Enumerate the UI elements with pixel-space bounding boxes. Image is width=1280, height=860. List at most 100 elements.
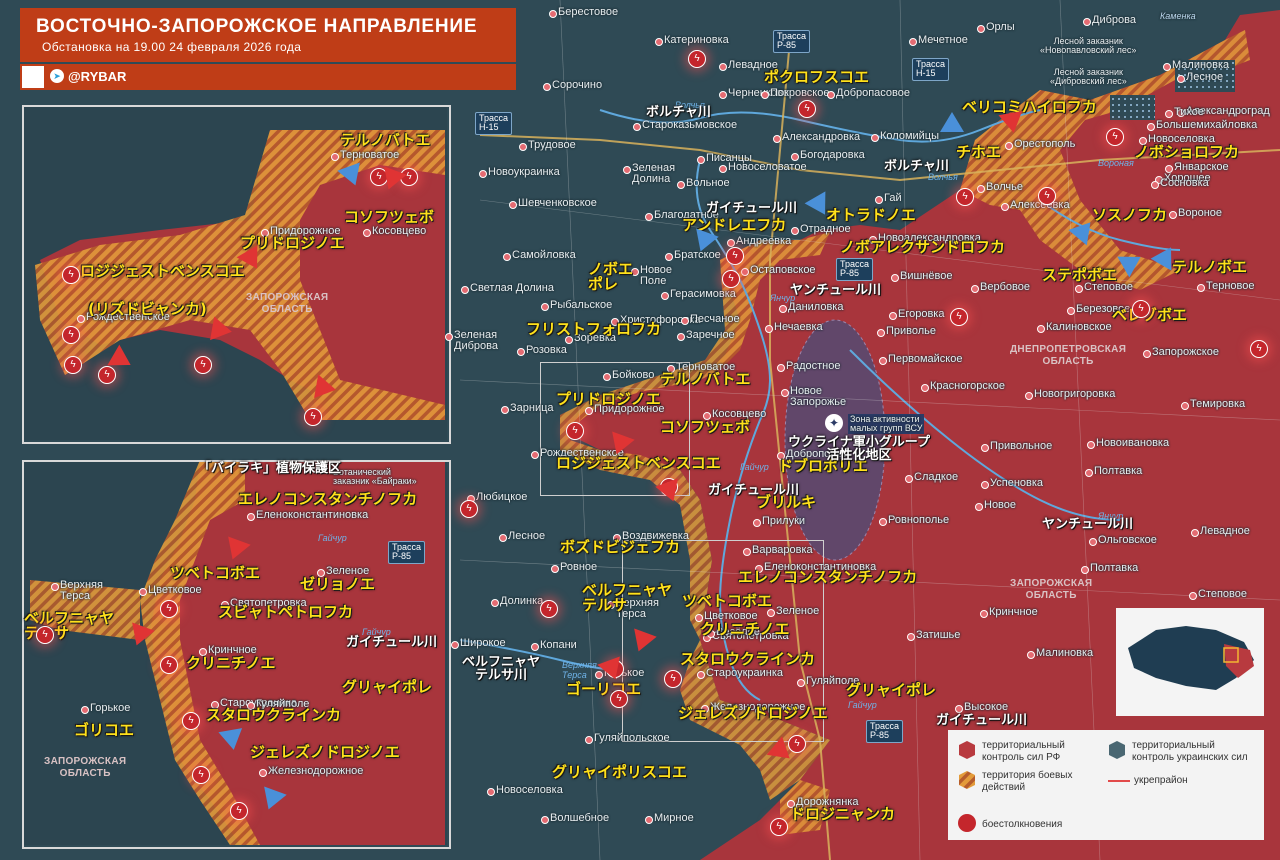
attack-arrow-icon bbox=[314, 374, 338, 402]
clash-icon: ϟ bbox=[192, 766, 210, 784]
town-dot-icon bbox=[517, 348, 525, 356]
town-label: Косовцево bbox=[372, 225, 427, 237]
town-label: Запорожское bbox=[1152, 346, 1219, 358]
town-dot-icon bbox=[877, 329, 885, 337]
jp-river-label: ヤンチュール川 bbox=[790, 283, 882, 298]
jp-place-label: ノボアレクサンドロフカ bbox=[840, 238, 1006, 256]
town-dot-icon bbox=[501, 406, 509, 414]
town-dot-icon bbox=[727, 239, 735, 247]
town-label: Остаповское bbox=[750, 264, 816, 276]
region-label: ЗАПОРОЖСКАЯ ОБЛАСТЬ bbox=[44, 756, 127, 779]
town-label: Новоселоватое bbox=[728, 161, 807, 173]
town-label: Затишье bbox=[916, 629, 961, 641]
town-label: Андреевка bbox=[736, 235, 792, 247]
legend-clash: боестолкновения bbox=[982, 819, 1063, 830]
kamenka-label: Каменка bbox=[1160, 11, 1196, 21]
town-label: Приволье bbox=[886, 325, 937, 337]
town-label: Заречное bbox=[686, 329, 735, 341]
town-label: Калиновское bbox=[1046, 321, 1112, 333]
town-dot-icon bbox=[677, 333, 685, 341]
forest-reserve-2 bbox=[1110, 95, 1155, 120]
clash-icon: ϟ bbox=[230, 802, 248, 820]
town-dot-icon bbox=[1027, 651, 1035, 659]
town-dot-icon bbox=[719, 63, 727, 71]
river-label: Гайчур bbox=[848, 700, 877, 710]
town-label: Большемихайловка bbox=[1156, 119, 1258, 131]
town-label: Кринчное bbox=[989, 606, 1038, 618]
town-dot-icon bbox=[645, 816, 653, 824]
town-dot-icon bbox=[971, 285, 979, 293]
clash-icon: ϟ bbox=[722, 270, 740, 288]
town-dot-icon bbox=[491, 599, 499, 607]
region-label: ДНЕПРОПЕТРОВСКАЯ ОБЛАСТЬ bbox=[1010, 344, 1127, 367]
jp-place-label: ジェレズノドロジノエ bbox=[250, 743, 400, 761]
town-dot-icon bbox=[781, 389, 789, 397]
jp-place-label: フリストフォロフカ bbox=[526, 320, 662, 338]
soldier-icon: ✦ bbox=[825, 414, 843, 432]
town-label: Коломийцы bbox=[880, 130, 940, 142]
town-dot-icon bbox=[445, 333, 453, 341]
town-label: Тихое bbox=[1174, 106, 1204, 118]
town-dot-icon bbox=[741, 268, 749, 276]
jp-river-label: ガイチュール川 bbox=[936, 713, 1028, 728]
clash-icon: ϟ bbox=[160, 656, 178, 674]
jp-river-label: ボルチャ川 bbox=[884, 159, 949, 174]
highway-label: Трасса Р-85 bbox=[866, 720, 904, 743]
attack-arrow-icon bbox=[210, 316, 234, 344]
town-label: Новогригоровка bbox=[1034, 388, 1116, 400]
jp-place-label: スタロウクラインカ bbox=[680, 650, 816, 668]
jp-place-label: テルノバトエ bbox=[340, 131, 431, 149]
attack-arrow-icon bbox=[998, 111, 1026, 135]
town-label: Новоивановка bbox=[1096, 437, 1170, 449]
town-dot-icon bbox=[879, 518, 887, 526]
town-label: Лесное bbox=[1186, 71, 1224, 83]
jp-place-label: コソフツェボ bbox=[660, 418, 751, 436]
legend-combat: территория боевых действий bbox=[982, 770, 1073, 793]
town-dot-icon bbox=[921, 384, 929, 392]
town-label: Волчье bbox=[986, 181, 1023, 193]
town-label: Трудовое bbox=[528, 139, 576, 151]
jp-place-label: ジェレズノドロジノエ bbox=[678, 704, 828, 722]
region-label: ЗАПОРОЖСКАЯ ОБЛАСТЬ bbox=[246, 292, 329, 315]
jp-place-label: エレノコンスタンチノフカ bbox=[738, 568, 918, 586]
town-dot-icon bbox=[1165, 110, 1173, 118]
town-dot-icon bbox=[889, 312, 897, 320]
town-label: Широкое bbox=[460, 637, 506, 649]
map-title: ВОСТОЧНО-ЗАПОРОЖСКОЕ НАПРАВЛЕНИЕ bbox=[36, 16, 478, 37]
town-dot-icon bbox=[827, 91, 835, 99]
town-label: Прилуки bbox=[762, 515, 806, 527]
town-dot-icon bbox=[655, 38, 663, 46]
town-label: Нечаевка bbox=[774, 321, 823, 333]
highway-label: Трасса Р-85 bbox=[773, 30, 811, 53]
clash-icon: ϟ bbox=[194, 356, 212, 374]
town-label: Светлая Долина bbox=[470, 282, 554, 294]
town-label: Зеленое bbox=[776, 605, 820, 617]
town-dot-icon bbox=[907, 633, 915, 641]
town-label: Бойково bbox=[612, 369, 655, 381]
town-dot-icon bbox=[879, 357, 887, 365]
clash-icon: ϟ bbox=[160, 600, 178, 618]
town-label: Зеленая Долина bbox=[632, 162, 676, 185]
town-dot-icon bbox=[1191, 529, 1199, 537]
town-dot-icon bbox=[1151, 181, 1159, 189]
attack-arrow-icon bbox=[218, 728, 246, 752]
town-label: Староукраинка bbox=[706, 667, 784, 679]
jp-river-label: ベルフニャヤ テルサ川 bbox=[462, 655, 541, 683]
town-label: Даниловка bbox=[788, 301, 844, 313]
town-dot-icon bbox=[541, 303, 549, 311]
jp-place-label: ゴーリコエ bbox=[566, 680, 642, 698]
jp-place-label: ドロジニャンカ bbox=[790, 805, 896, 823]
overview-minimap bbox=[1116, 608, 1264, 716]
town-label: Орестополь bbox=[1014, 138, 1076, 150]
town-label: Гуляйпольское bbox=[594, 732, 670, 744]
town-dot-icon bbox=[1001, 203, 1009, 211]
clash-icon: ϟ bbox=[460, 500, 478, 518]
town-dot-icon bbox=[1147, 123, 1155, 131]
clash-icon: ϟ bbox=[610, 690, 628, 708]
jp-river-label: ガイチュール川 bbox=[706, 201, 798, 216]
town-label: Диброва bbox=[1092, 14, 1136, 26]
jp-place-label: ノボエ ポレ bbox=[588, 260, 634, 293]
town-label: Сладкое bbox=[914, 471, 959, 483]
jp-place-label: テルノバトエ bbox=[660, 370, 751, 388]
jp-river-label: ボルチャ川 bbox=[646, 105, 711, 120]
